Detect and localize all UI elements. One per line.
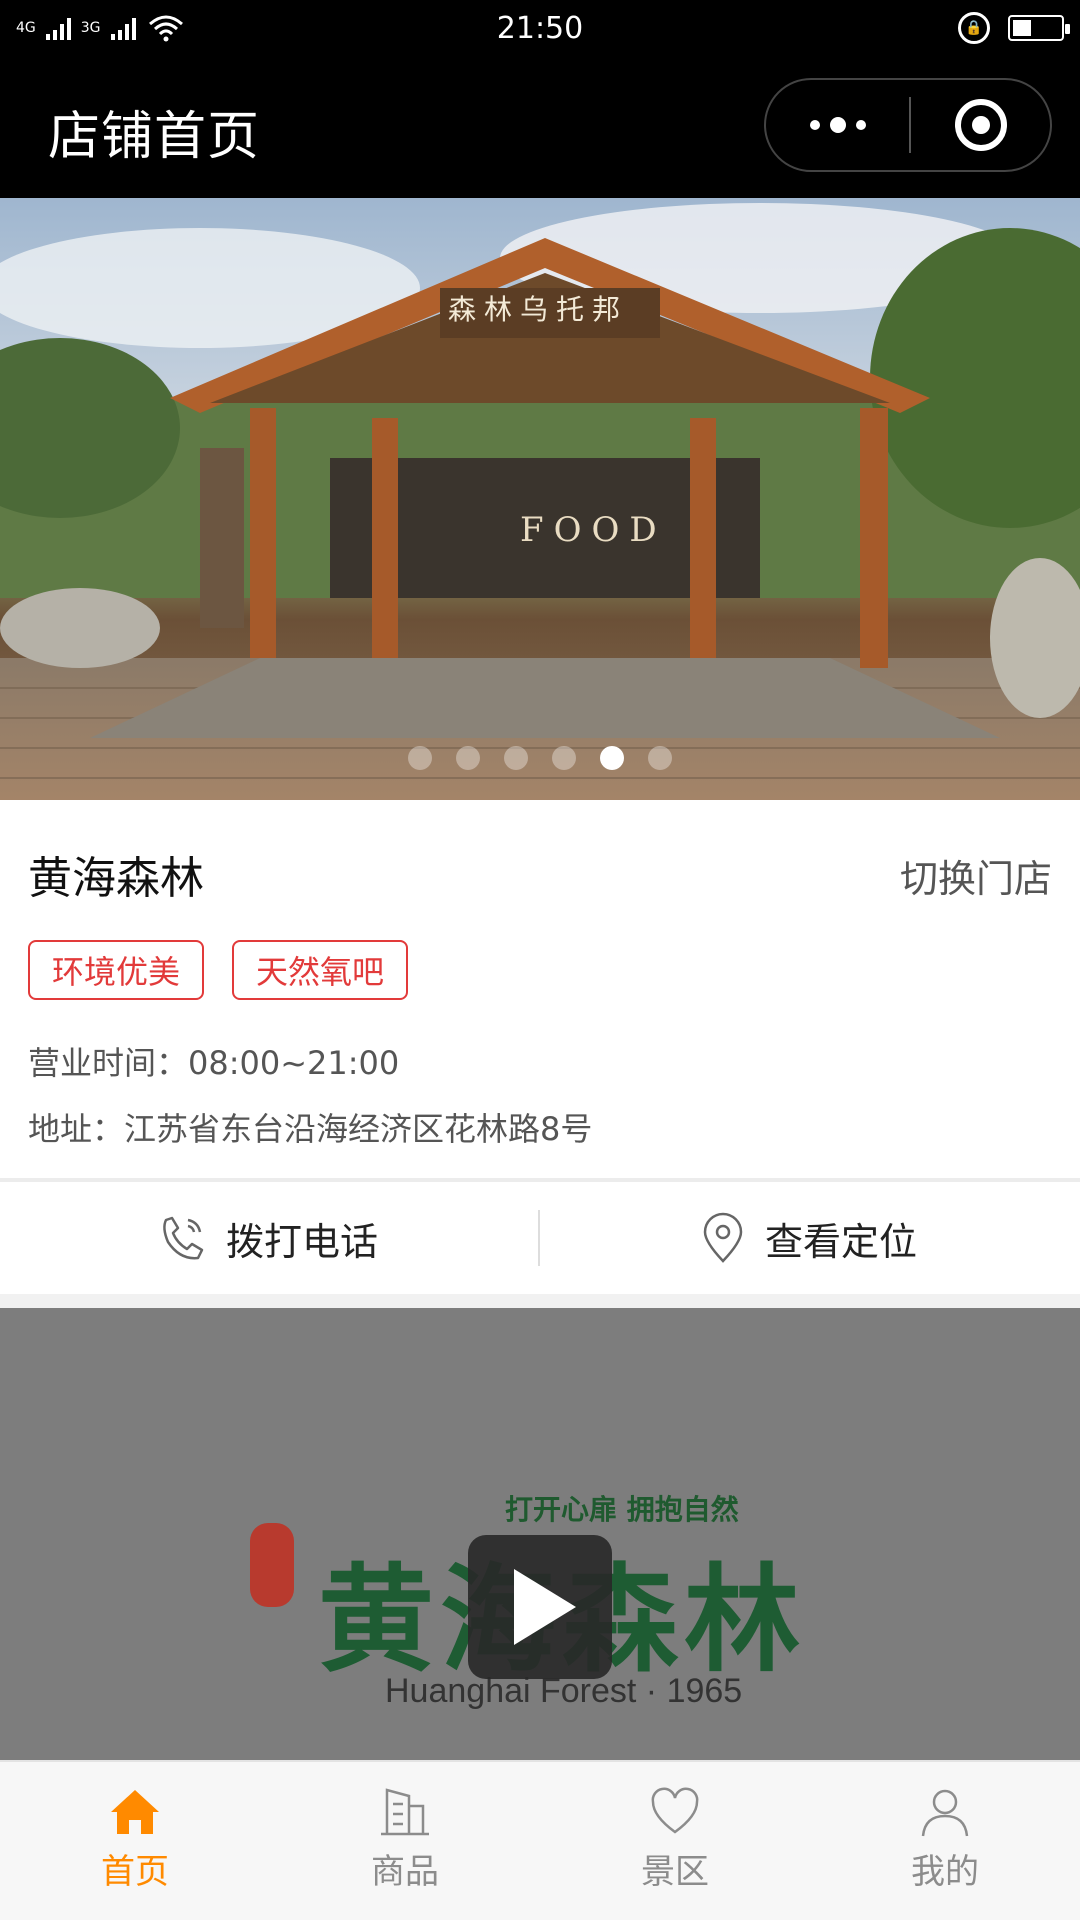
- video-slogan: 打开心扉 拥抱自然: [505, 1493, 739, 1526]
- user-icon: [921, 1789, 969, 1837]
- tab-home[interactable]: 首页: [0, 1762, 270, 1920]
- banner-sign-text: 森林乌托邦: [448, 293, 629, 326]
- location-label: 查看定位: [764, 1219, 917, 1264]
- carousel-dot[interactable]: [408, 746, 432, 770]
- action-row: 拨打电话 查看定位: [0, 1182, 1080, 1294]
- tab-scenic-label: 景区: [641, 1852, 709, 1892]
- rotation-lock-icon: 🔒: [958, 12, 990, 44]
- store-address: 地址：江苏省东台沿海经济区花林路8号: [28, 1110, 593, 1148]
- carousel-dot[interactable]: [648, 746, 672, 770]
- play-icon: [514, 1569, 576, 1645]
- mini-program-capsule: [764, 78, 1052, 172]
- more-dots-icon[interactable]: [766, 80, 909, 170]
- banner-food-text: FOOD: [520, 510, 667, 550]
- carousel-dot[interactable]: [504, 746, 528, 770]
- nav-bar: 店铺首页: [0, 56, 1080, 198]
- target-circle-icon: [954, 99, 1007, 151]
- carousel-dot[interactable]: [456, 746, 480, 770]
- status-left: 4G 3G: [16, 14, 186, 42]
- location-button[interactable]: 查看定位: [540, 1182, 1078, 1294]
- battery-icon: [1008, 15, 1070, 41]
- close-button[interactable]: [911, 80, 1050, 170]
- carousel-indicator: [0, 746, 1080, 770]
- call-label: 拨打电话: [225, 1219, 378, 1264]
- tab-mine-label: 我的: [911, 1852, 979, 1892]
- section-gap: [0, 1294, 1080, 1308]
- tab-products-label: 商品: [371, 1852, 439, 1892]
- building-icon: [381, 1788, 429, 1836]
- status-bar: 4G 3G 21:50 🔒: [0, 0, 1080, 56]
- store-name: 黄海森林: [28, 853, 204, 904]
- tab-products[interactable]: 商品: [270, 1762, 540, 1920]
- location-pin-icon: [703, 1212, 743, 1263]
- tab-home-label: 首页: [101, 1852, 169, 1892]
- play-button[interactable]: [468, 1535, 612, 1679]
- page-title: 店铺首页: [48, 107, 261, 167]
- carousel-dot-active[interactable]: [600, 746, 624, 770]
- network-3g-label: 3G: [80, 20, 101, 36]
- tab-mine[interactable]: 我的: [810, 1762, 1080, 1920]
- signal-icon: [45, 16, 71, 40]
- store-info: 黄海森林 切换门店 环境优美 天然氧吧 营业时间：08:00~21:00 地址：…: [0, 800, 1080, 1178]
- phone-icon: [163, 1216, 204, 1260]
- tab-scenic[interactable]: 景区: [540, 1762, 810, 1920]
- call-button[interactable]: 拨打电话: [0, 1182, 538, 1294]
- status-right: 🔒: [958, 12, 1070, 44]
- network-4g-label: 4G: [16, 20, 36, 36]
- red-seal-logo: [250, 1523, 294, 1607]
- store-tags: 环境优美 天然氧吧: [28, 940, 409, 1000]
- banner-carousel[interactable]: 森林乌托邦 FOOD: [0, 198, 1080, 800]
- bottom-tab-bar: 首页 商品 景区 我的: [0, 1760, 1080, 1920]
- wifi-icon: [148, 15, 183, 42]
- heart-icon: [651, 1787, 699, 1834]
- store-tag: 天然氧吧: [232, 940, 409, 1000]
- business-hours: 营业时间：08:00~21:00: [28, 1044, 400, 1082]
- home-icon: [111, 1790, 159, 1834]
- carousel-dot[interactable]: [552, 746, 576, 770]
- signal-icon-2: [110, 16, 136, 40]
- store-tag: 环境优美: [28, 940, 205, 1000]
- status-time: 21:50: [496, 10, 584, 46]
- switch-store-button[interactable]: 切换门店: [900, 848, 1052, 903]
- video-player[interactable]: 打开心扉 拥抱自然 黄海森林 Huanghai Forest · 1965: [0, 1308, 1080, 1760]
